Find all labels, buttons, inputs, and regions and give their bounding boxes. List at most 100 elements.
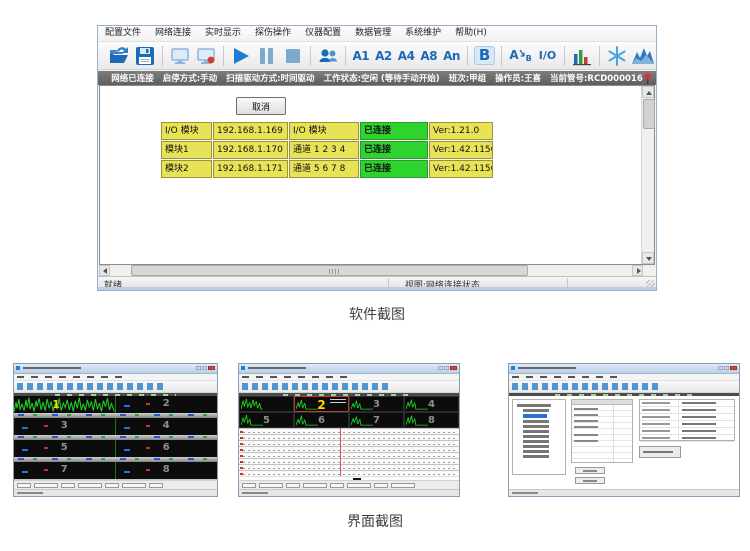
module-name-cell: 模块1 (161, 141, 212, 159)
an-button[interactable]: An (443, 49, 460, 63)
property-panel (639, 399, 735, 441)
channel-cell: 3 (14, 418, 116, 435)
content-area: 取消 I/O 模块 192.168.1.169 I/O 模块 已连接 Ver:1… (99, 85, 655, 265)
module-name-cell: I/O 模块 (161, 122, 212, 140)
users-icon[interactable] (316, 44, 340, 68)
waveform-view-thumbnail: 1 2 3 4 (13, 363, 218, 497)
a1-button[interactable]: A1 (353, 49, 370, 63)
table-row[interactable]: 模块1 192.168.1.170 通道 1 2 3 4 已连接 Ver:1.4… (161, 141, 493, 159)
bar-chart-icon[interactable] (570, 44, 594, 68)
status-strip: 网络已连接 启停方式:手动 扫描驱动方式:时间驱动 工作状态:空闲 (等待手动开… (98, 71, 656, 85)
interface-screenshot-caption: 界面截图 (0, 511, 750, 531)
spectrum-icon[interactable] (631, 44, 655, 68)
a2-button[interactable]: A2 (375, 49, 392, 63)
io-button[interactable]: I/O (539, 49, 556, 62)
channel-cell: 6 (116, 440, 218, 457)
module-ip-cell: 192.168.1.171 (213, 160, 288, 178)
channel-cell: 4 (116, 418, 218, 435)
module-name-cell: 模块2 (161, 160, 212, 178)
menu-instrument-config[interactable]: 仪器配置 (298, 26, 348, 41)
table-row[interactable]: I/O 模块 192.168.1.169 I/O 模块 已连接 Ver:1.21… (161, 122, 493, 140)
scroll-left-arrow[interactable] (99, 265, 110, 276)
table-row[interactable]: 模块2 192.168.1.171 通道 5 6 7 8 已连接 Ver:1.4… (161, 160, 493, 178)
app-icon (511, 366, 515, 370)
save-icon[interactable] (133, 44, 157, 68)
scroll-down-arrow[interactable] (642, 252, 654, 264)
scan-drive-mode: 扫描驱动方式:时间驱动 (226, 72, 314, 84)
a8-button[interactable]: A8 (420, 49, 437, 63)
current-tube-no: 当前管号:RCD000016 (550, 72, 643, 84)
channel-number: 1 (52, 398, 60, 411)
channel-number: 7 (14, 464, 115, 475)
menu-bar: 配置文件 网络连接 实时显示 探伤操作 仪器配置 数据管理 系统维护 帮助(H) (98, 26, 656, 42)
ascan-cell: 5 (239, 412, 294, 428)
waveform (14, 396, 115, 413)
thumb-menubar (239, 374, 459, 381)
thumb-title-text (518, 367, 576, 369)
play-icon[interactable] (229, 44, 253, 68)
config-content (509, 396, 739, 490)
network-status: 网络已连接 (111, 72, 154, 84)
menu-flaw-operation[interactable]: 探伤操作 (248, 26, 298, 41)
stop-icon[interactable] (281, 44, 305, 68)
channel-cell: 2 (116, 396, 218, 413)
menu-realtime-display[interactable]: 实时显示 (198, 26, 248, 41)
module-version-cell: Ver:1.42.1156 (429, 160, 493, 178)
cancel-button[interactable]: 取消 (236, 97, 286, 115)
thumb-statusbar (509, 489, 739, 496)
thumb-menubar (509, 374, 739, 381)
channel-number: 2 (295, 398, 348, 412)
module-channels-cell: 通道 5 6 7 8 (289, 160, 359, 178)
horizontal-scrollbar[interactable] (99, 265, 655, 276)
vertical-scrollbar[interactable] (641, 86, 654, 264)
channel-cell: 7 (14, 462, 116, 479)
channel-cell: 8 (116, 462, 218, 479)
ascan-cell: 4 (404, 396, 459, 412)
software-screenshot-caption: 软件截图 (97, 304, 657, 324)
ascan-cell: 6 (294, 412, 349, 428)
thumb-toolbar (509, 381, 739, 393)
menu-system-maintenance[interactable]: 系统维护 (398, 26, 448, 41)
ascan-cell: 2 (294, 396, 349, 412)
ascan-grid: 2 3 4 5 6 7 8 (239, 396, 459, 428)
horizontal-scroll-track[interactable] (110, 265, 632, 276)
channel-number: 4 (405, 399, 458, 410)
ascan-cell: 7 (349, 412, 404, 428)
maximize-button (202, 366, 207, 370)
snowflake-icon[interactable] (605, 44, 629, 68)
channel-number: 8 (116, 464, 218, 475)
thumb-title-text (248, 367, 306, 369)
menu-data-management[interactable]: 数据管理 (348, 26, 398, 41)
menu-help[interactable]: 帮助(H) (448, 26, 494, 41)
thumb-menubar (14, 374, 217, 381)
network-disconnect-icon[interactable] (194, 44, 218, 68)
pause-icon[interactable] (255, 44, 279, 68)
arrow-icon (519, 48, 526, 60)
open-file-icon[interactable] (107, 44, 131, 68)
config-button (575, 477, 605, 484)
menu-config-file[interactable]: 配置文件 (98, 26, 148, 41)
close-button (450, 366, 457, 370)
menu-network[interactable]: 网络连接 (148, 26, 198, 41)
a4-button[interactable]: A4 (398, 49, 415, 63)
config-tree-panel (512, 399, 566, 475)
channel-number: 3 (350, 399, 403, 410)
thumb-statusbar (14, 489, 217, 496)
horizontal-scroll-thumb[interactable] (131, 265, 528, 276)
a-to-b-button[interactable]: A B (509, 48, 531, 63)
network-display-icon[interactable] (168, 44, 192, 68)
operator: 操作员:王喜 (495, 72, 541, 84)
channel-number: 3 (14, 420, 115, 431)
ascan-cell (239, 396, 294, 412)
module-ip-cell: 192.168.1.170 (213, 141, 288, 159)
scroll-right-arrow[interactable] (632, 265, 643, 276)
b-scan-button[interactable]: B (474, 46, 495, 65)
vertical-scroll-thumb[interactable] (643, 99, 655, 129)
close-button (730, 366, 737, 370)
thumb-statusbar (239, 489, 459, 496)
page: 配置文件 网络连接 实时显示 探伤操作 仪器配置 数据管理 系统维护 帮助(H) (0, 0, 750, 551)
scroll-up-arrow[interactable] (642, 86, 654, 98)
parameter-panel (571, 399, 633, 463)
config-view-thumbnail (508, 363, 740, 497)
work-state: 工作状态:空闲 (等待手动开始) (324, 72, 440, 84)
